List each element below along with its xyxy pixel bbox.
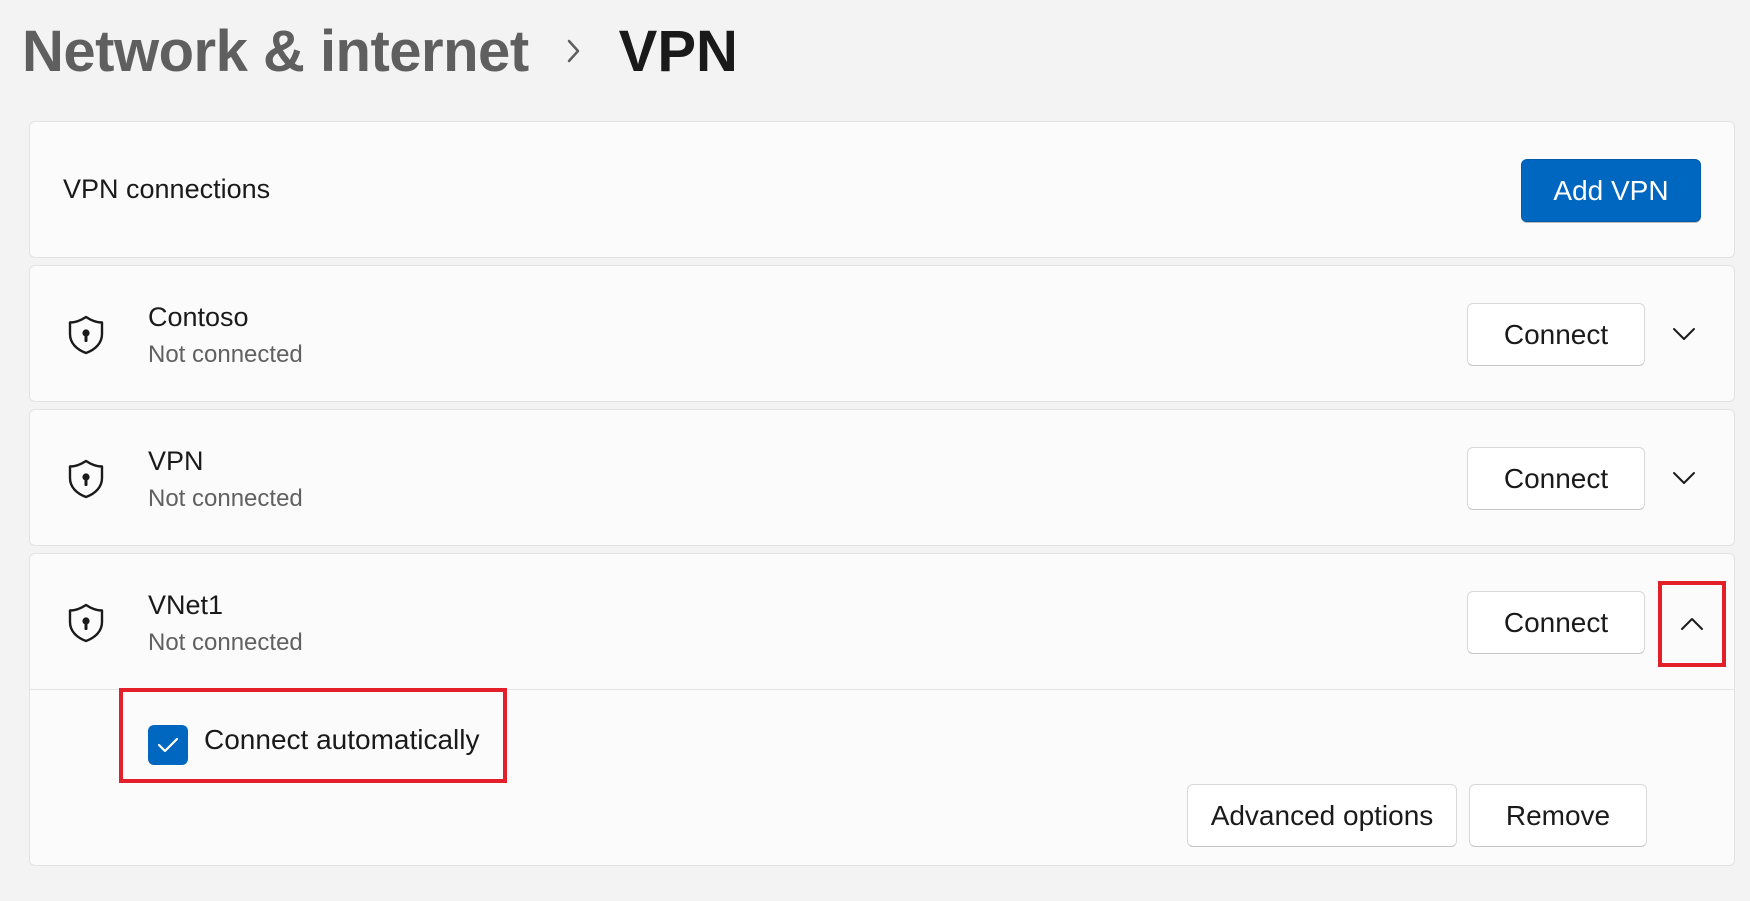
vpn-connection-header[interactable]: Contoso Not connected Connect — [30, 266, 1734, 401]
chevron-down-icon[interactable] — [1656, 306, 1712, 362]
page-title: VPN — [618, 18, 738, 84]
checkmark-icon — [157, 737, 179, 753]
connect-button[interactable]: Connect — [1467, 591, 1645, 654]
vpn-connections-label: VPN connections — [63, 174, 271, 204]
vpn-connection-contoso: Contoso Not connected Connect — [29, 265, 1735, 402]
chevron-up-icon[interactable] — [1658, 581, 1726, 667]
vpn-connection-header[interactable]: VNet1 Not connected Connect — [30, 554, 1734, 689]
connect-automatically-label[interactable]: Connect automatically — [204, 724, 479, 756]
connection-status: Not connected — [148, 341, 303, 368]
breadcrumb: Network & internet VPN — [22, 6, 738, 96]
vpn-connection-vnet1: VNet1 Not connected Connect Connect auto… — [29, 553, 1735, 866]
connection-status: Not connected — [148, 485, 303, 512]
shield-lock-icon — [66, 458, 106, 500]
connect-automatically-checkbox[interactable] — [148, 725, 188, 765]
connect-button[interactable]: Connect — [1467, 303, 1645, 366]
add-vpn-button[interactable]: Add VPN — [1521, 159, 1701, 222]
remove-button[interactable]: Remove — [1469, 784, 1647, 847]
connect-button[interactable]: Connect — [1467, 447, 1645, 510]
connection-name: VNet1 — [148, 590, 224, 620]
chevron-down-icon[interactable] — [1656, 450, 1712, 506]
advanced-options-button[interactable]: Advanced options — [1187, 784, 1457, 847]
connection-name: Contoso — [148, 302, 249, 332]
connection-status: Not connected — [148, 629, 303, 656]
vpn-connection-header[interactable]: VPN Not connected Connect — [30, 410, 1734, 545]
shield-lock-icon — [66, 602, 106, 644]
vpn-connection-vpn: VPN Not connected Connect — [29, 409, 1735, 546]
connection-name: VPN — [148, 446, 204, 476]
chevron-right-icon — [529, 37, 619, 65]
vpn-connections-card: VPN connections Add VPN — [29, 121, 1735, 258]
shield-lock-icon — [66, 314, 106, 356]
breadcrumb-parent[interactable]: Network & internet — [22, 18, 529, 85]
